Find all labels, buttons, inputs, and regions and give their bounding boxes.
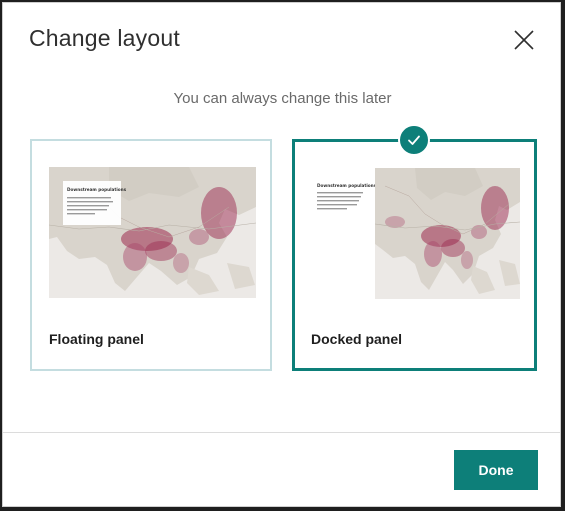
close-button[interactable] [511, 27, 537, 53]
docked-panel-label: Docked panel [311, 331, 403, 347]
dialog-title: Change layout [29, 25, 180, 51]
layout-option-floating-panel[interactable]: Downstream populations Floating panel [30, 139, 272, 371]
selected-check-badge [398, 124, 430, 156]
check-icon [408, 135, 420, 145]
docked-panel-preview: Downstream populations [297, 168, 534, 299]
floating-preview-heading: Downstream populations [67, 187, 127, 192]
docked-map-preview-image: Downstream populations [297, 168, 534, 299]
change-layout-dialog: Change layout You can always change this… [2, 2, 561, 507]
dialog-subtitle: You can always change this later [173, 90, 392, 107]
layout-option-docked-panel[interactable]: Downstream populations Docked panel [292, 139, 537, 371]
done-button[interactable]: Done [454, 450, 538, 490]
close-icon [514, 30, 534, 50]
floating-panel-label: Floating panel [49, 331, 144, 347]
floating-panel-preview: Downstream populations [49, 167, 256, 298]
floating-map-preview-image: Downstream populations [49, 167, 256, 298]
docked-preview-heading: Downstream populations [317, 183, 377, 188]
footer-divider [3, 432, 560, 433]
